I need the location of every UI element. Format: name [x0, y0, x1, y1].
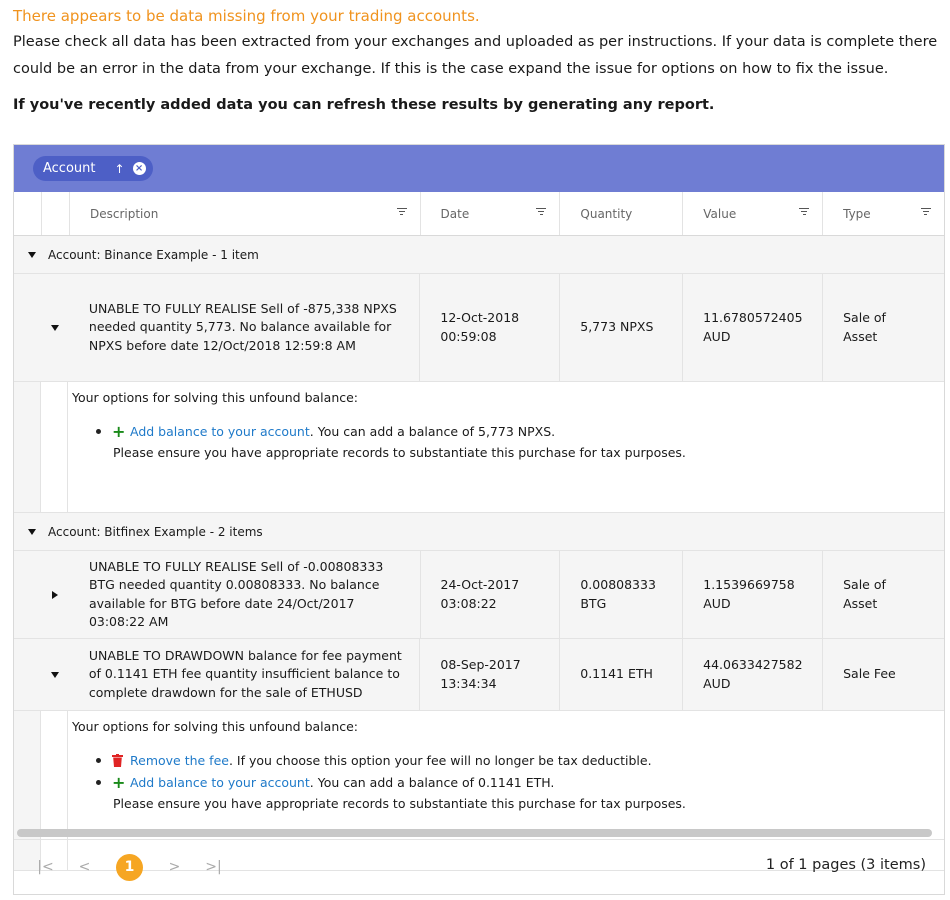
cell-quantity: 0.1141 ETH [559, 639, 682, 710]
cell-type: Sale of Asset [822, 551, 944, 638]
collapse-row-icon[interactable] [50, 671, 59, 678]
row-indent [14, 551, 41, 638]
remove-fee-text: . If you choose this option your fee wil… [228, 752, 652, 768]
cell-description: UNABLE TO DRAWDOWN balance for fee payme… [88, 647, 402, 700]
group-chip-account[interactable]: Account ↑ × [33, 156, 153, 181]
group-row-bitfinex[interactable]: Account: Bitfinex Example - 2 items [14, 513, 944, 551]
collapse-row-icon[interactable] [50, 324, 59, 331]
row-indent [14, 639, 41, 710]
bullet [96, 428, 101, 434]
filter-icon[interactable] [799, 208, 810, 218]
cell-description: UNABLE TO FULLY REALISE Sell of -875,338… [88, 300, 397, 353]
row-expander[interactable] [40, 551, 69, 638]
cell-date: 12-Oct-2018 00:59:08 [419, 274, 559, 381]
group-label: Account: Bitfinex Example - 2 items [48, 524, 263, 539]
cell-value: 1.1539669758 AUD [682, 551, 822, 638]
table-row[interactable]: UNABLE TO FULLY REALISE Sell of -0.00808… [14, 551, 944, 639]
add-balance-text: . You can add a balance of 5,773 NPXS. [309, 423, 556, 439]
group-label: Account: Binance Example - 1 item [48, 247, 259, 262]
plus-icon[interactable]: + [112, 422, 126, 441]
collapse-group-icon[interactable] [28, 251, 36, 258]
first-page-button[interactable]: |< [26, 859, 65, 875]
remove-group-icon[interactable]: × [132, 162, 146, 175]
header-expander-spacer [40, 192, 69, 235]
table-row[interactable]: UNABLE TO FULLY REALISE Sell of -875,338… [14, 274, 944, 382]
pager-info: 1 of 1 pages (3 items) [765, 857, 926, 873]
cell-quantity: 5,773 NPXS [559, 274, 682, 381]
option-add-balance: + Add balance to your account . You can … [96, 771, 944, 793]
instructions-text: Please check all data has been extracted… [13, 34, 938, 77]
row-expander[interactable] [40, 274, 69, 381]
table-row[interactable]: UNABLE TO DRAWDOWN balance for fee payme… [14, 639, 944, 711]
detail-body: Your options for solving this unfound ba… [41, 382, 944, 512]
warning-text: There appears to be data missing from yo… [13, 7, 480, 25]
add-balance-link[interactable]: Add balance to your account [130, 424, 310, 439]
trash-icon[interactable] [112, 753, 123, 767]
cell-date: 08-Sep-2017 13:34:34 [419, 639, 559, 710]
refresh-hint: If you've recently added data you can re… [13, 97, 715, 113]
detail-options: + Add balance to your account . You can … [41, 405, 944, 464]
prev-page-button[interactable]: < [65, 859, 104, 875]
row-expander[interactable] [40, 639, 69, 710]
plus-icon[interactable]: + [112, 773, 126, 792]
next-page-button[interactable]: > [155, 859, 194, 875]
cell-type: Sale Fee [822, 639, 944, 710]
row-indent [14, 274, 41, 381]
header-quantity[interactable]: Quantity [559, 192, 682, 235]
option-add-balance: + Add balance to your account . You can … [96, 420, 944, 442]
detail-options: Remove the fee . If you choose this opti… [41, 734, 944, 815]
cell-value: 11.6780572405 AUD [682, 274, 822, 381]
add-balance-text: . You can add a balance of 0.1141 ETH. [309, 774, 555, 790]
notice: There appears to be data missing from yo… [13, 6, 938, 113]
detail-heading: Your options for solving this unfound ba… [72, 390, 359, 405]
detail-panel: Your options for solving this unfound ba… [14, 382, 944, 513]
detail-divider [41, 382, 68, 512]
cell-value: 44.0633427582 AUD [682, 639, 822, 710]
cell-type: Sale of Asset [822, 274, 944, 381]
records-note: Please ensure you have appropriate recor… [113, 445, 686, 460]
add-balance-link[interactable]: Add balance to your account [130, 775, 310, 790]
group-chip-label: Account [43, 161, 96, 176]
horizontal-scrollbar[interactable] [17, 829, 932, 837]
cell-description: UNABLE TO FULLY REALISE Sell of -0.00808… [88, 558, 384, 630]
cell-date: 24-Oct-2017 03:08:22 [419, 551, 560, 638]
expand-row-icon[interactable] [51, 590, 58, 599]
issues-grid: Account ↑ × Description Date Quantity Va… [13, 144, 945, 895]
header-value[interactable]: Value [682, 192, 822, 235]
records-note: Please ensure you have appropriate recor… [113, 796, 686, 811]
cell-quantity: 0.00808333 BTG [559, 551, 682, 638]
option-remove-fee: Remove the fee . If you choose this opti… [96, 749, 944, 771]
header-description[interactable]: Description [68, 192, 420, 235]
group-row-binance[interactable]: Account: Binance Example - 1 item [14, 236, 944, 274]
header-spacer [14, 192, 41, 235]
detail-heading: Your options for solving this unfound ba… [72, 719, 359, 734]
filter-icon[interactable] [536, 208, 547, 218]
page-1-button[interactable]: 1 [116, 853, 143, 881]
last-page-button[interactable]: >| [194, 859, 233, 875]
pager: |< < 1 > >| 1 of 1 pages (3 items) [14, 839, 944, 894]
header-type[interactable]: Type [822, 192, 944, 235]
filter-icon[interactable] [396, 208, 407, 218]
detail-indent [14, 382, 41, 512]
remove-fee-link[interactable]: Remove the fee [130, 753, 229, 768]
sort-asc-icon[interactable]: ↑ [115, 162, 125, 176]
filter-icon[interactable] [920, 208, 931, 218]
group-panel: Account ↑ × [14, 145, 944, 192]
bullet [96, 779, 101, 785]
bullet [96, 757, 101, 763]
header-date[interactable]: Date [419, 192, 560, 235]
column-header-row: Description Date Quantity Value Type [14, 192, 944, 236]
collapse-group-icon[interactable] [28, 528, 36, 535]
